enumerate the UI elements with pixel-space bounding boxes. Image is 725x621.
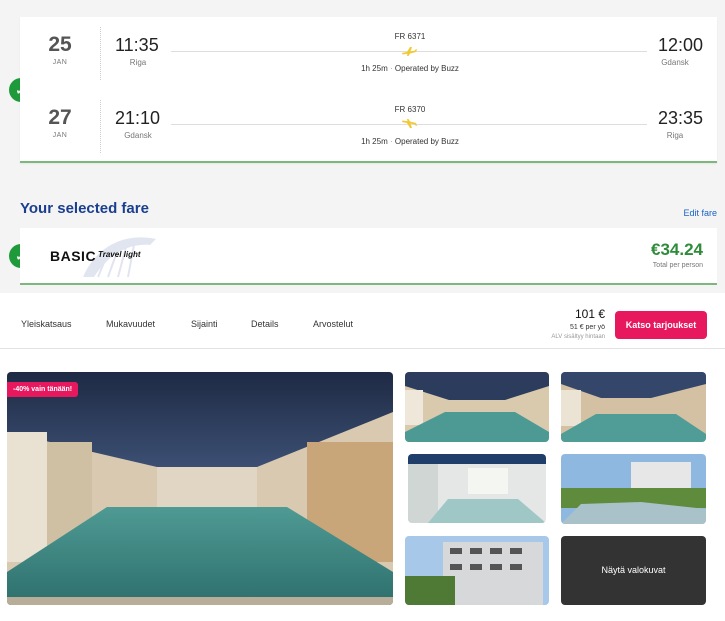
fare-price-label: Total per person <box>652 262 703 269</box>
arrival-city: Riga <box>666 131 684 140</box>
flight-card: 25 JAN 11:35 Riga FR 6371 1h 25m · Opera… <box>20 17 717 163</box>
flight-number: FR 6370 <box>394 105 426 114</box>
operator-text: Operated by Buzz <box>394 137 459 146</box>
duration-separator: · <box>389 64 393 73</box>
selected-fare-title: Your selected fare <box>20 200 149 217</box>
flight-date-day: 27 <box>48 106 72 129</box>
return-flight-row[interactable]: 27 JAN 21:10 Gdansk FR 6370 1h 25m · Ope… <box>20 90 717 163</box>
fare-card: BASIC Travel light €34.24 Total per pers… <box>20 228 717 285</box>
pool-photo-thumbnail[interactable] <box>405 372 549 442</box>
hotel-navigation-bar: Yleiskatsaus Mukavuudet Sijainti Details… <box>0 293 725 349</box>
building-photo[interactable] <box>405 536 549 605</box>
main-pool-photo[interactable]: -40% vain tänään! <box>7 372 393 605</box>
pool-photo-thumbnail[interactable] <box>561 372 706 442</box>
fare-subtitle: Travel light <box>98 250 141 259</box>
departure-city: Gdansk <box>124 131 152 140</box>
hotel-vat-note: ALV sisältyy hintaan <box>551 334 605 340</box>
hotel-price: 101 € <box>574 307 605 321</box>
airplane-icon <box>402 119 417 128</box>
fare-price: €34.24 <box>651 240 703 259</box>
airplane-icon <box>402 47 417 56</box>
duration-separator: · <box>389 137 393 146</box>
flight-number: FR 6371 <box>394 32 426 41</box>
duration-text: 1h 25m <box>361 137 388 146</box>
flight-duration: 1h 25m · Operated by Buzz <box>320 64 500 73</box>
flight-date-month: JAN <box>52 59 68 66</box>
edit-fare-link[interactable]: Edit fare <box>683 208 717 218</box>
outbound-flight-row[interactable]: 25 JAN 11:35 Riga FR 6371 1h 25m · Opera… <box>20 17 717 90</box>
tab-amenities[interactable]: Mukavuudet <box>106 319 155 329</box>
arrival-time: 12:00 <box>657 35 703 55</box>
flight-duration: 1h 25m · Operated by Buzz <box>320 137 500 146</box>
departure-time: 21:10 <box>115 108 161 128</box>
flight-date-month: JAN <box>52 132 68 139</box>
duration-text: 1h 25m <box>361 64 388 73</box>
arrival-city: Gdansk <box>661 58 689 67</box>
discount-badge: -40% vain tänään! <box>7 382 79 397</box>
departure-city: Riga <box>129 58 147 67</box>
exterior-river-photo[interactable] <box>561 454 706 524</box>
flight-date-day: 25 <box>48 33 72 56</box>
tab-location[interactable]: Sijainti <box>191 319 218 329</box>
show-photos-button[interactable]: Näytä valokuvat <box>561 536 706 605</box>
tab-overview[interactable]: Yleiskatsaus <box>21 319 72 329</box>
flight-date: 27 JAN <box>36 106 84 139</box>
arrival-time: 23:35 <box>657 108 703 128</box>
fare-name: BASIC <box>50 248 97 264</box>
flight-date: 25 JAN <box>36 33 84 66</box>
view-offers-button[interactable]: Katso tarjoukset <box>615 311 707 339</box>
date-divider <box>100 100 101 153</box>
tab-details[interactable]: Details <box>251 319 279 329</box>
hotel-price-per-night: 51 € per yö <box>569 324 605 331</box>
departure-time: 11:35 <box>115 35 159 55</box>
spa-photo-thumbnail[interactable] <box>408 454 546 523</box>
tab-reviews[interactable]: Arvostelut <box>313 319 353 329</box>
date-divider <box>100 27 101 80</box>
operator-text: Operated by Buzz <box>394 64 459 73</box>
